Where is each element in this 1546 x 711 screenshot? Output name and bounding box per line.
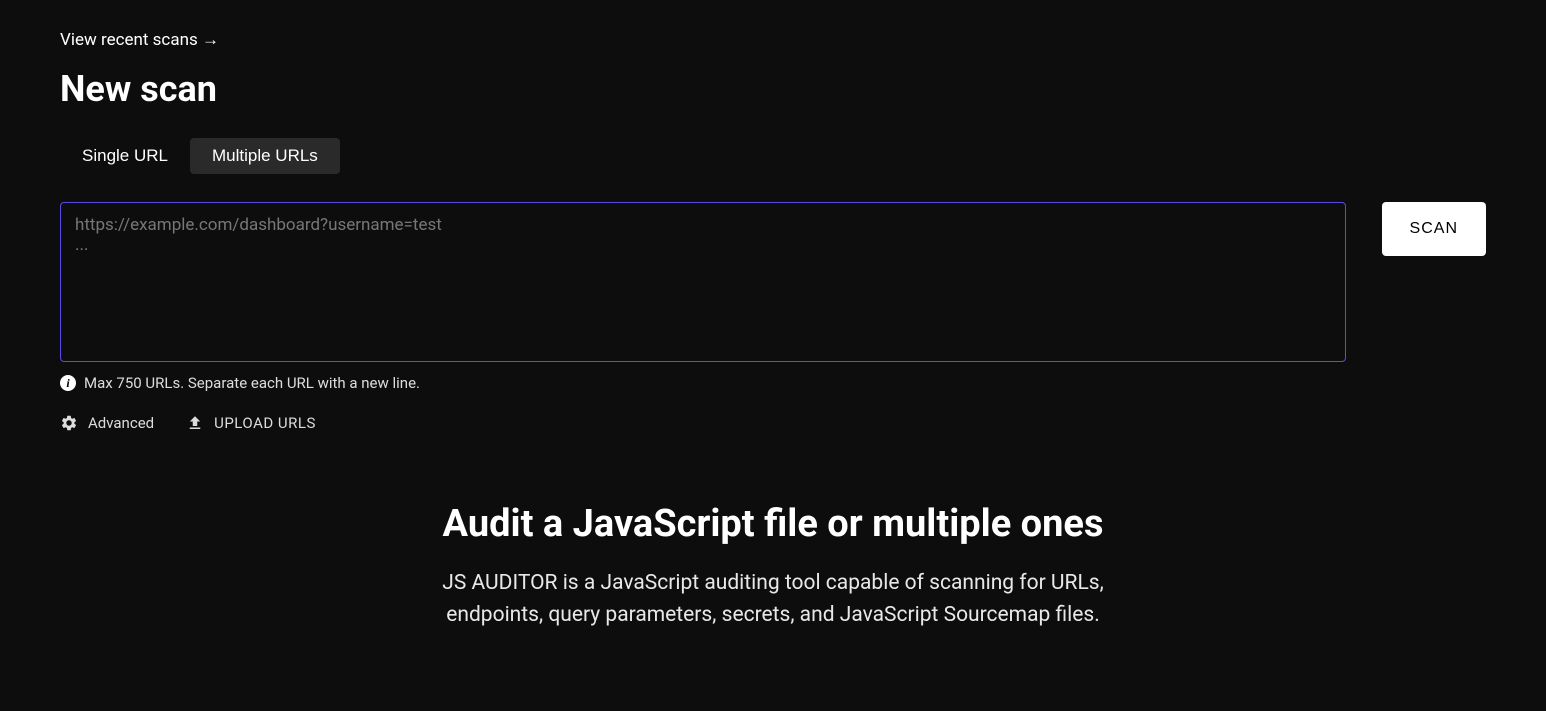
advanced-button[interactable]: Advanced [60,414,154,432]
upload-urls-button[interactable]: UPLOAD URLS [186,414,316,432]
upload-icon [186,414,204,432]
hero-description: JS AUDITOR is a JavaScript auditing tool… [393,568,1153,631]
tab-multiple-urls[interactable]: Multiple URLs [190,138,340,174]
upload-label: UPLOAD URLS [214,414,316,432]
advanced-label: Advanced [88,414,154,432]
page-title: New scan [60,68,1486,110]
urls-textarea[interactable] [60,202,1346,362]
hint-row: i Max 750 URLs. Separate each URL with a… [60,374,1486,392]
action-row: Advanced UPLOAD URLS [60,414,1486,432]
hero-section: Audit a JavaScript file or multiple ones… [60,502,1486,631]
hero-title: Audit a JavaScript file or multiple ones [60,502,1486,546]
scan-mode-tabs: Single URL Multiple URLs [60,138,1486,174]
gear-icon [60,414,78,432]
tab-single-url[interactable]: Single URL [60,138,190,174]
scan-button[interactable]: SCAN [1382,202,1486,256]
info-icon: i [60,375,76,391]
scan-input-row: SCAN [60,202,1486,362]
hint-text: Max 750 URLs. Separate each URL with a n… [84,374,420,392]
view-recent-scans-link[interactable]: View recent scans → [60,30,219,50]
